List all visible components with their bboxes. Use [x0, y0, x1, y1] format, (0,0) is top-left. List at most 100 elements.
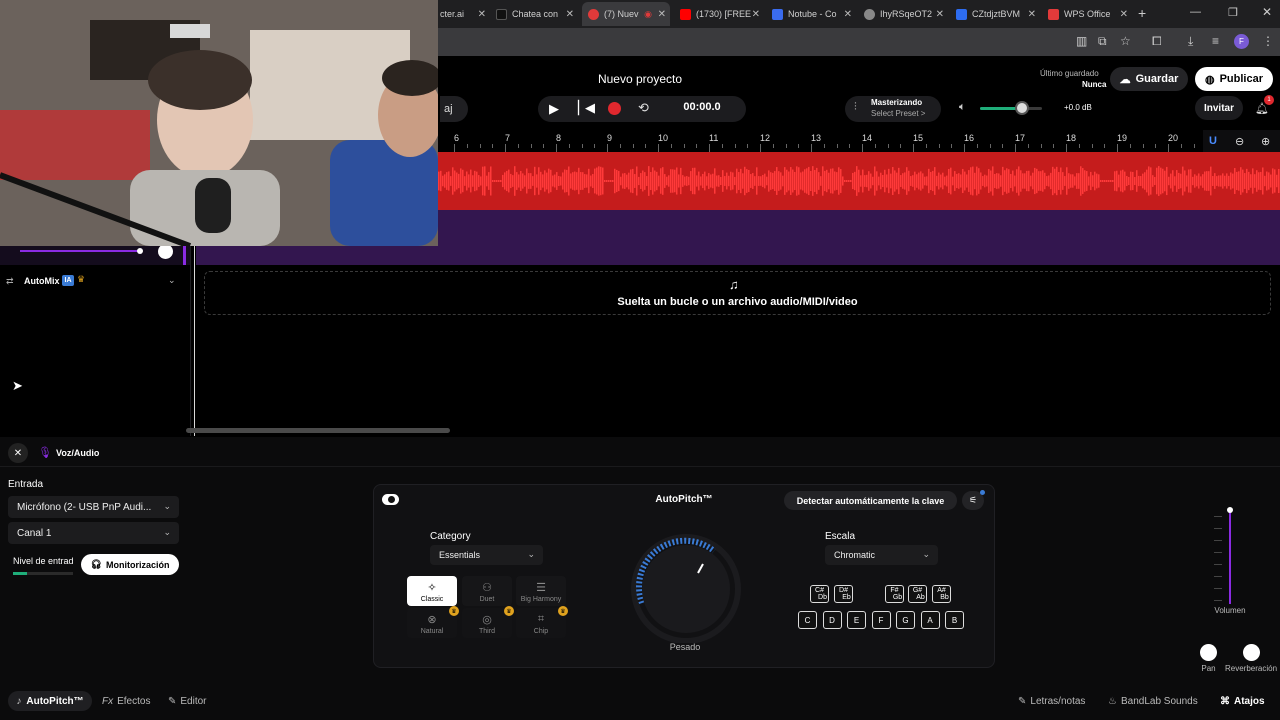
close-icon[interactable]: ✕ [1028, 9, 1036, 20]
browser-tab[interactable]: Notube - Co ✕ [768, 2, 856, 26]
waveform-bar [932, 170, 934, 192]
left-chip[interactable]: aj [440, 96, 468, 122]
record-button[interactable] [608, 102, 621, 115]
play-icon[interactable]: ▶ [549, 101, 559, 117]
close-icon[interactable]: ✕ [844, 9, 852, 20]
waveform-bar [1234, 168, 1236, 194]
close-panel-button[interactable]: ✕ [8, 443, 28, 463]
speaker-icon[interactable]: 🔈︎ [959, 101, 966, 114]
waveform-bar [856, 166, 858, 196]
save-button[interactable]: ☁ Guardar [1110, 67, 1188, 91]
reverb-knob[interactable] [1243, 644, 1260, 661]
pan-knob[interactable] [1200, 644, 1217, 661]
sharp-key[interactable]: F# Gb [885, 585, 904, 603]
track-volume-handle[interactable] [137, 248, 143, 254]
tab-editor[interactable]: ✎ Editor [168, 696, 207, 707]
zoom-out-icon[interactable]: ⊖ [1235, 135, 1244, 148]
mode-duet[interactable]: ⚇ Duet [462, 576, 512, 606]
category-select[interactable]: Essentials ⌄ [430, 545, 543, 565]
track-pan-knob[interactable] [158, 244, 173, 259]
master-volume-handle[interactable] [1015, 101, 1029, 115]
tab-effects[interactable]: Fx Efectos [102, 696, 150, 707]
publish-button[interactable]: ◍ Publicar [1195, 67, 1273, 91]
volume-fader-handle[interactable] [1227, 507, 1233, 513]
new-tab-button[interactable]: + [1138, 5, 1146, 21]
shortcuts-button[interactable]: ⌘ Atajos [1220, 696, 1265, 707]
monitoring-button[interactable]: 🎧︎ Monitorización [81, 554, 179, 575]
sharp-key[interactable]: C# Db [810, 585, 829, 603]
waveform-bar [1232, 173, 1234, 189]
close-icon[interactable]: ✕ [936, 9, 944, 20]
browser-tab[interactable]: cter.ai ✕ [440, 2, 490, 26]
waveform-bar [776, 167, 778, 195]
close-icon[interactable]: ✕ [658, 9, 666, 20]
natural-key[interactable]: A [920, 611, 940, 629]
waveform-bar [1196, 175, 1198, 187]
magnet-snap-icon[interactable]: U [1209, 135, 1217, 147]
microphone-icon: 🎙︎ [38, 447, 52, 459]
ruler-tick [568, 144, 570, 148]
natural-key[interactable]: C [798, 611, 817, 629]
browser-tab[interactable]: IhyRSqeOT2 ✕ [860, 2, 948, 26]
cast-icon[interactable]: ⧉ [1098, 34, 1107, 49]
skip-back-icon[interactable]: ▏◀ [578, 100, 595, 116]
waveform-bar [560, 176, 562, 186]
playhead[interactable] [194, 246, 195, 436]
natural-key[interactable]: D [822, 611, 842, 629]
waveform-bar [1214, 173, 1216, 189]
invite-button[interactable]: Invitar [1195, 96, 1243, 120]
mode-big-harmony[interactable]: ☰ Big Harmony [516, 576, 566, 606]
profile-avatar[interactable]: F [1234, 34, 1249, 49]
browser-tab[interactable]: Chatea con ✕ [494, 2, 578, 26]
input-device-select[interactable]: Micrófono (2- USB PnP Audi... ⌄ [8, 496, 179, 518]
bookmark-star-icon[interactable]: ☆ [1120, 34, 1131, 48]
sharp-key[interactable]: G# Ab [908, 585, 927, 603]
restore-button[interactable]: ❐ [1228, 6, 1238, 19]
sharp-key[interactable]: A# Bb [932, 585, 951, 603]
waveform-bar [1248, 171, 1250, 191]
horizontal-scrollbar[interactable] [186, 428, 450, 433]
download-icon[interactable]: ⤓ [1188, 34, 1193, 49]
sharp-key[interactable]: D# Eb [834, 585, 853, 603]
ruler-tick [517, 144, 519, 148]
audio-region-red[interactable] [438, 152, 1280, 210]
scale-select[interactable]: Chromatic ⌄ [825, 545, 938, 565]
natural-key[interactable]: E [847, 611, 866, 629]
zoom-in-icon[interactable]: ⊕ [1261, 135, 1270, 148]
waveform-bar [1112, 180, 1114, 182]
minimize-button[interactable]: — [1190, 6, 1201, 18]
close-icon[interactable]: ✕ [752, 9, 760, 20]
natural-key[interactable]: F [871, 611, 891, 629]
tab-autopitch[interactable]: ♪ AutoPitch™ [8, 691, 92, 711]
media-control-icon[interactable]: ≡ [1212, 34, 1219, 48]
close-window-button[interactable]: ✕ [1262, 5, 1272, 19]
close-icon[interactable]: ✕ [1120, 9, 1128, 20]
loop-icon[interactable]: ⟲ [638, 100, 649, 116]
mode-classic[interactable]: ✧ Classic [407, 576, 457, 606]
extensions-icon[interactable]: ⧠ [1152, 34, 1162, 49]
waveform-bar [514, 166, 516, 196]
waveform-bar [872, 176, 874, 186]
timeline-ruler[interactable] [438, 130, 1280, 152]
browser-tab-active[interactable]: (7) Nuev ◉ ✕ [582, 2, 670, 26]
bandlab-sounds-button[interactable]: ♨ BandLab Sounds [1108, 696, 1198, 707]
chevron-down-icon[interactable]: ⌄ [168, 275, 176, 286]
lyrics-notes-button[interactable]: ✎ Letras/notas [1018, 696, 1085, 707]
strength-knob[interactable] [628, 533, 744, 643]
browser-tab[interactable]: WPS Office ✕ [1044, 2, 1132, 26]
natural-key[interactable]: G [896, 611, 915, 629]
close-icon[interactable]: ✕ [478, 9, 486, 20]
channel-select[interactable]: Canal 1 ⌄ [8, 522, 179, 544]
browser-menu-icon[interactable]: ⋮ [1262, 34, 1274, 48]
detect-key-button[interactable]: Detectar automáticamente la clave [784, 491, 957, 510]
browser-tab[interactable]: CZtdjztBVM ✕ [952, 2, 1040, 26]
reading-list-icon[interactable]: ▥ [1076, 34, 1087, 48]
natural-key[interactable]: B [945, 611, 964, 629]
track-volume-slider[interactable] [20, 250, 140, 252]
browser-tab[interactable]: (1730) [FREE ✕ [676, 2, 764, 26]
close-icon[interactable]: ✕ [566, 9, 574, 20]
waveform-bar [1212, 176, 1214, 186]
project-title[interactable]: Nuevo proyecto [560, 72, 720, 86]
waveform-bar [566, 169, 568, 193]
toggle-knob [388, 496, 395, 503]
